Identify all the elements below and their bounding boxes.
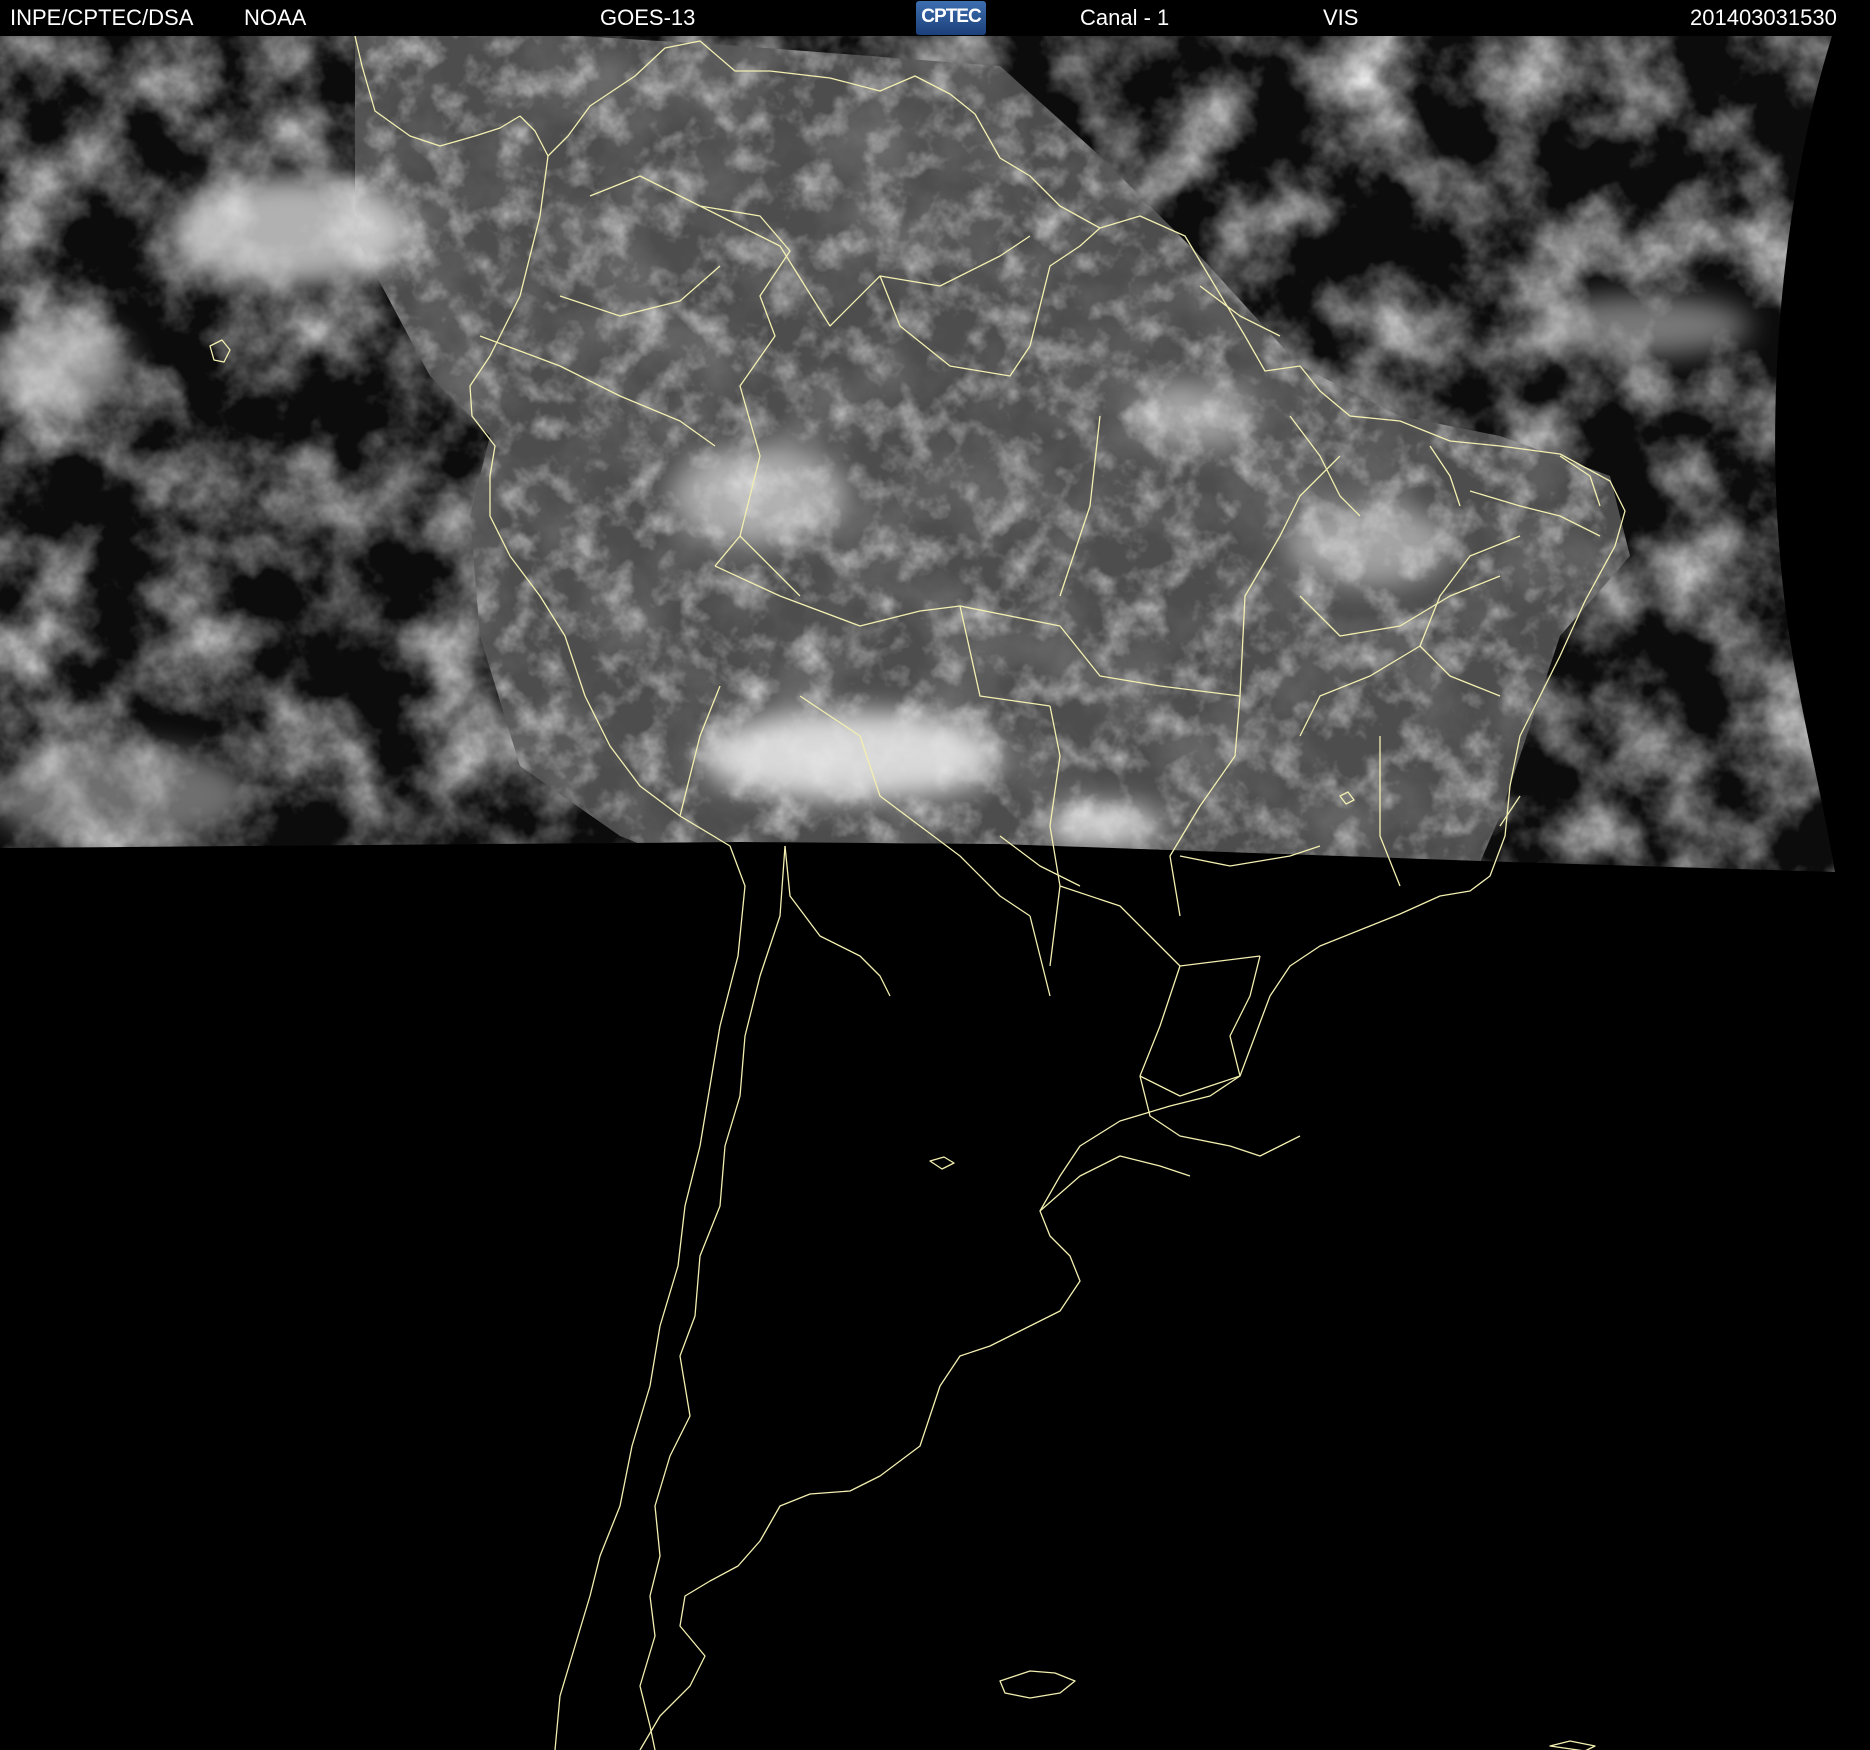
agency-label: INPE/CPTEC/DSA (10, 5, 194, 30)
logo-text: CPTEC (921, 6, 981, 27)
source-label: NOAA (244, 5, 307, 30)
cptec-logo: CPTEC (916, 1, 986, 35)
timestamp-label: 201403031530 (1690, 5, 1837, 30)
band-label: VIS (1323, 5, 1359, 30)
satellite-map (0, 36, 1835, 1750)
image-header: INPE/CPTEC/DSA NOAA GOES-13 CPTEC Canal … (0, 0, 1870, 36)
satellite-label: GOES-13 (600, 5, 696, 30)
cloud-imagery (0, 36, 1835, 872)
channel-label: Canal - 1 (1080, 5, 1170, 30)
